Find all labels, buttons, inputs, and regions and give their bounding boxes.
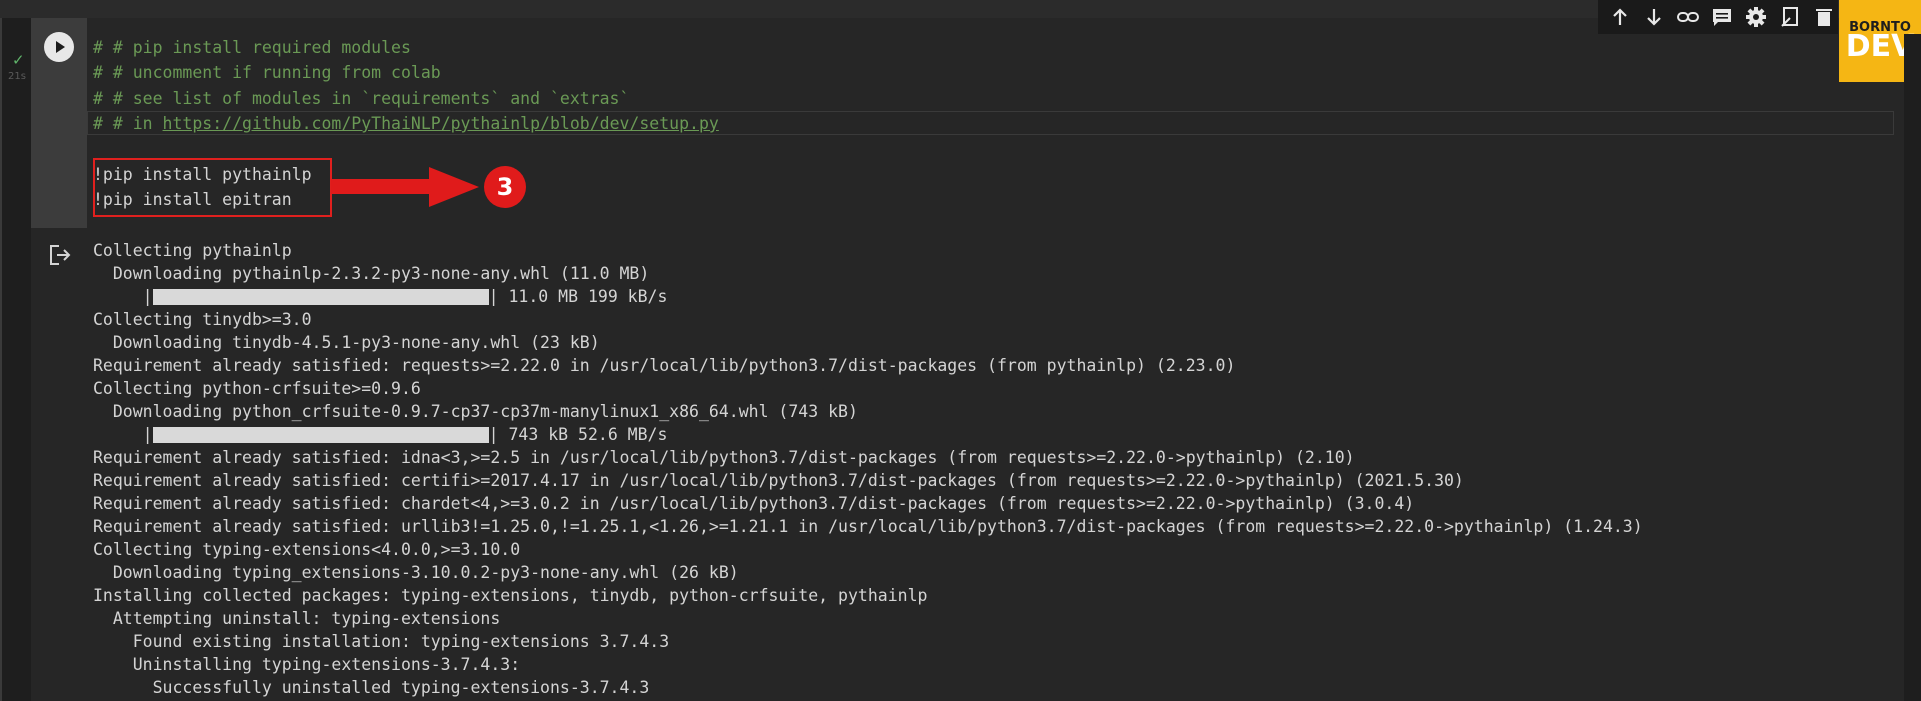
output-text: Collecting pythainlp Downloading pythain… [93,239,1893,699]
output-line: Attempting uninstall: typing-extensions [93,609,501,628]
code-comment-line: # # pip install required modules [93,38,411,57]
output-line: Collecting pythainlp [93,241,292,260]
delete-cell-button[interactable] [1810,2,1838,33]
output-line: Successfully uninstalled typing-extensio… [93,678,650,697]
highlight-box [93,158,332,217]
arrow-down-icon [1647,9,1661,26]
progress-prefix: | [93,287,153,306]
gear-icon [1746,7,1766,27]
mirror-cell-button[interactable] [1776,2,1804,33]
trash-icon [1816,9,1832,26]
output-line: Requirement already satisfied: chardet<4… [93,494,1415,513]
right-edge [1904,34,1921,701]
progress-line: | | 11.0 MB 199 kB/s [93,285,1893,308]
setup-py-link[interactable]: https://github.com/PyThaiNLP/pythainlp/b… [163,114,719,133]
code-comment-prefix: # # in [93,114,163,133]
mirror-cell-icon [1781,7,1798,27]
output-redirect-icon[interactable] [49,244,73,266]
code-comment-line: # # uncomment if running from colab [93,63,441,82]
check-icon: ✓ [12,51,25,69]
settings-button[interactable] [1742,2,1770,33]
play-icon [45,33,73,61]
link-icon [1677,12,1699,22]
output-line: Downloading pythainlp-2.3.2-py3-none-any… [93,264,650,283]
output-line: Collecting typing-extensions<4.0.0,>=3.1… [93,540,521,559]
output-line: Downloading typing_extensions-3.10.0.2-p… [93,563,739,582]
annotation-arrow [331,167,479,207]
link-button[interactable] [1674,2,1702,33]
progress-prefix: | [93,425,153,444]
progress-line: | | 743 kB 52.6 MB/s [93,423,1893,446]
arrow-up-icon [1613,8,1627,25]
progress-stats: | 11.0 MB 199 kB/s [488,287,668,306]
output-line: Collecting python-crfsuite>=0.9.6 [93,379,421,398]
code-comment-line: # # see list of modules in `requirements… [93,89,630,108]
output-line: Collecting tinydb>=3.0 [93,310,312,329]
output-line: Requirement already satisfied: certifi>=… [93,471,1464,490]
progress-bar [152,427,489,443]
colab-notebook: ✓ 21s # # pip install required modules #… [0,0,1921,701]
output-line: Uninstalling typing-extensions-3.7.4.3: [93,655,521,674]
code-comment-line: # # in https://github.com/PyThaiNLP/pyth… [93,113,719,135]
annotation-badge: 3 [484,166,526,208]
output-line: Requirement already satisfied: idna<3,>=… [93,448,1355,467]
output-line: Downloading tinydb-4.5.1-py3-none-any.wh… [93,333,600,352]
cell-gutter: ✓ 21s [0,18,31,701]
output-line: Downloading python_crfsuite-0.9.7-cp37-c… [93,402,858,421]
comment-button[interactable] [1708,2,1736,33]
comment-icon [1713,9,1731,26]
run-time: 21s [8,71,26,82]
move-down-button[interactable] [1640,2,1668,33]
output-line: Requirement already satisfied: urllib3!=… [93,517,1643,536]
output-line: Installing collected packages: typing-ex… [93,586,928,605]
run-cell-button[interactable] [44,32,74,62]
move-up-button[interactable] [1606,2,1634,33]
output-line: Requirement already satisfied: requests>… [93,356,1236,375]
cell-toolbar [1598,0,1838,34]
output-line: Found existing installation: typing-exte… [93,632,670,651]
progress-stats: | 743 kB 52.6 MB/s [488,425,668,444]
progress-bar [152,289,489,305]
